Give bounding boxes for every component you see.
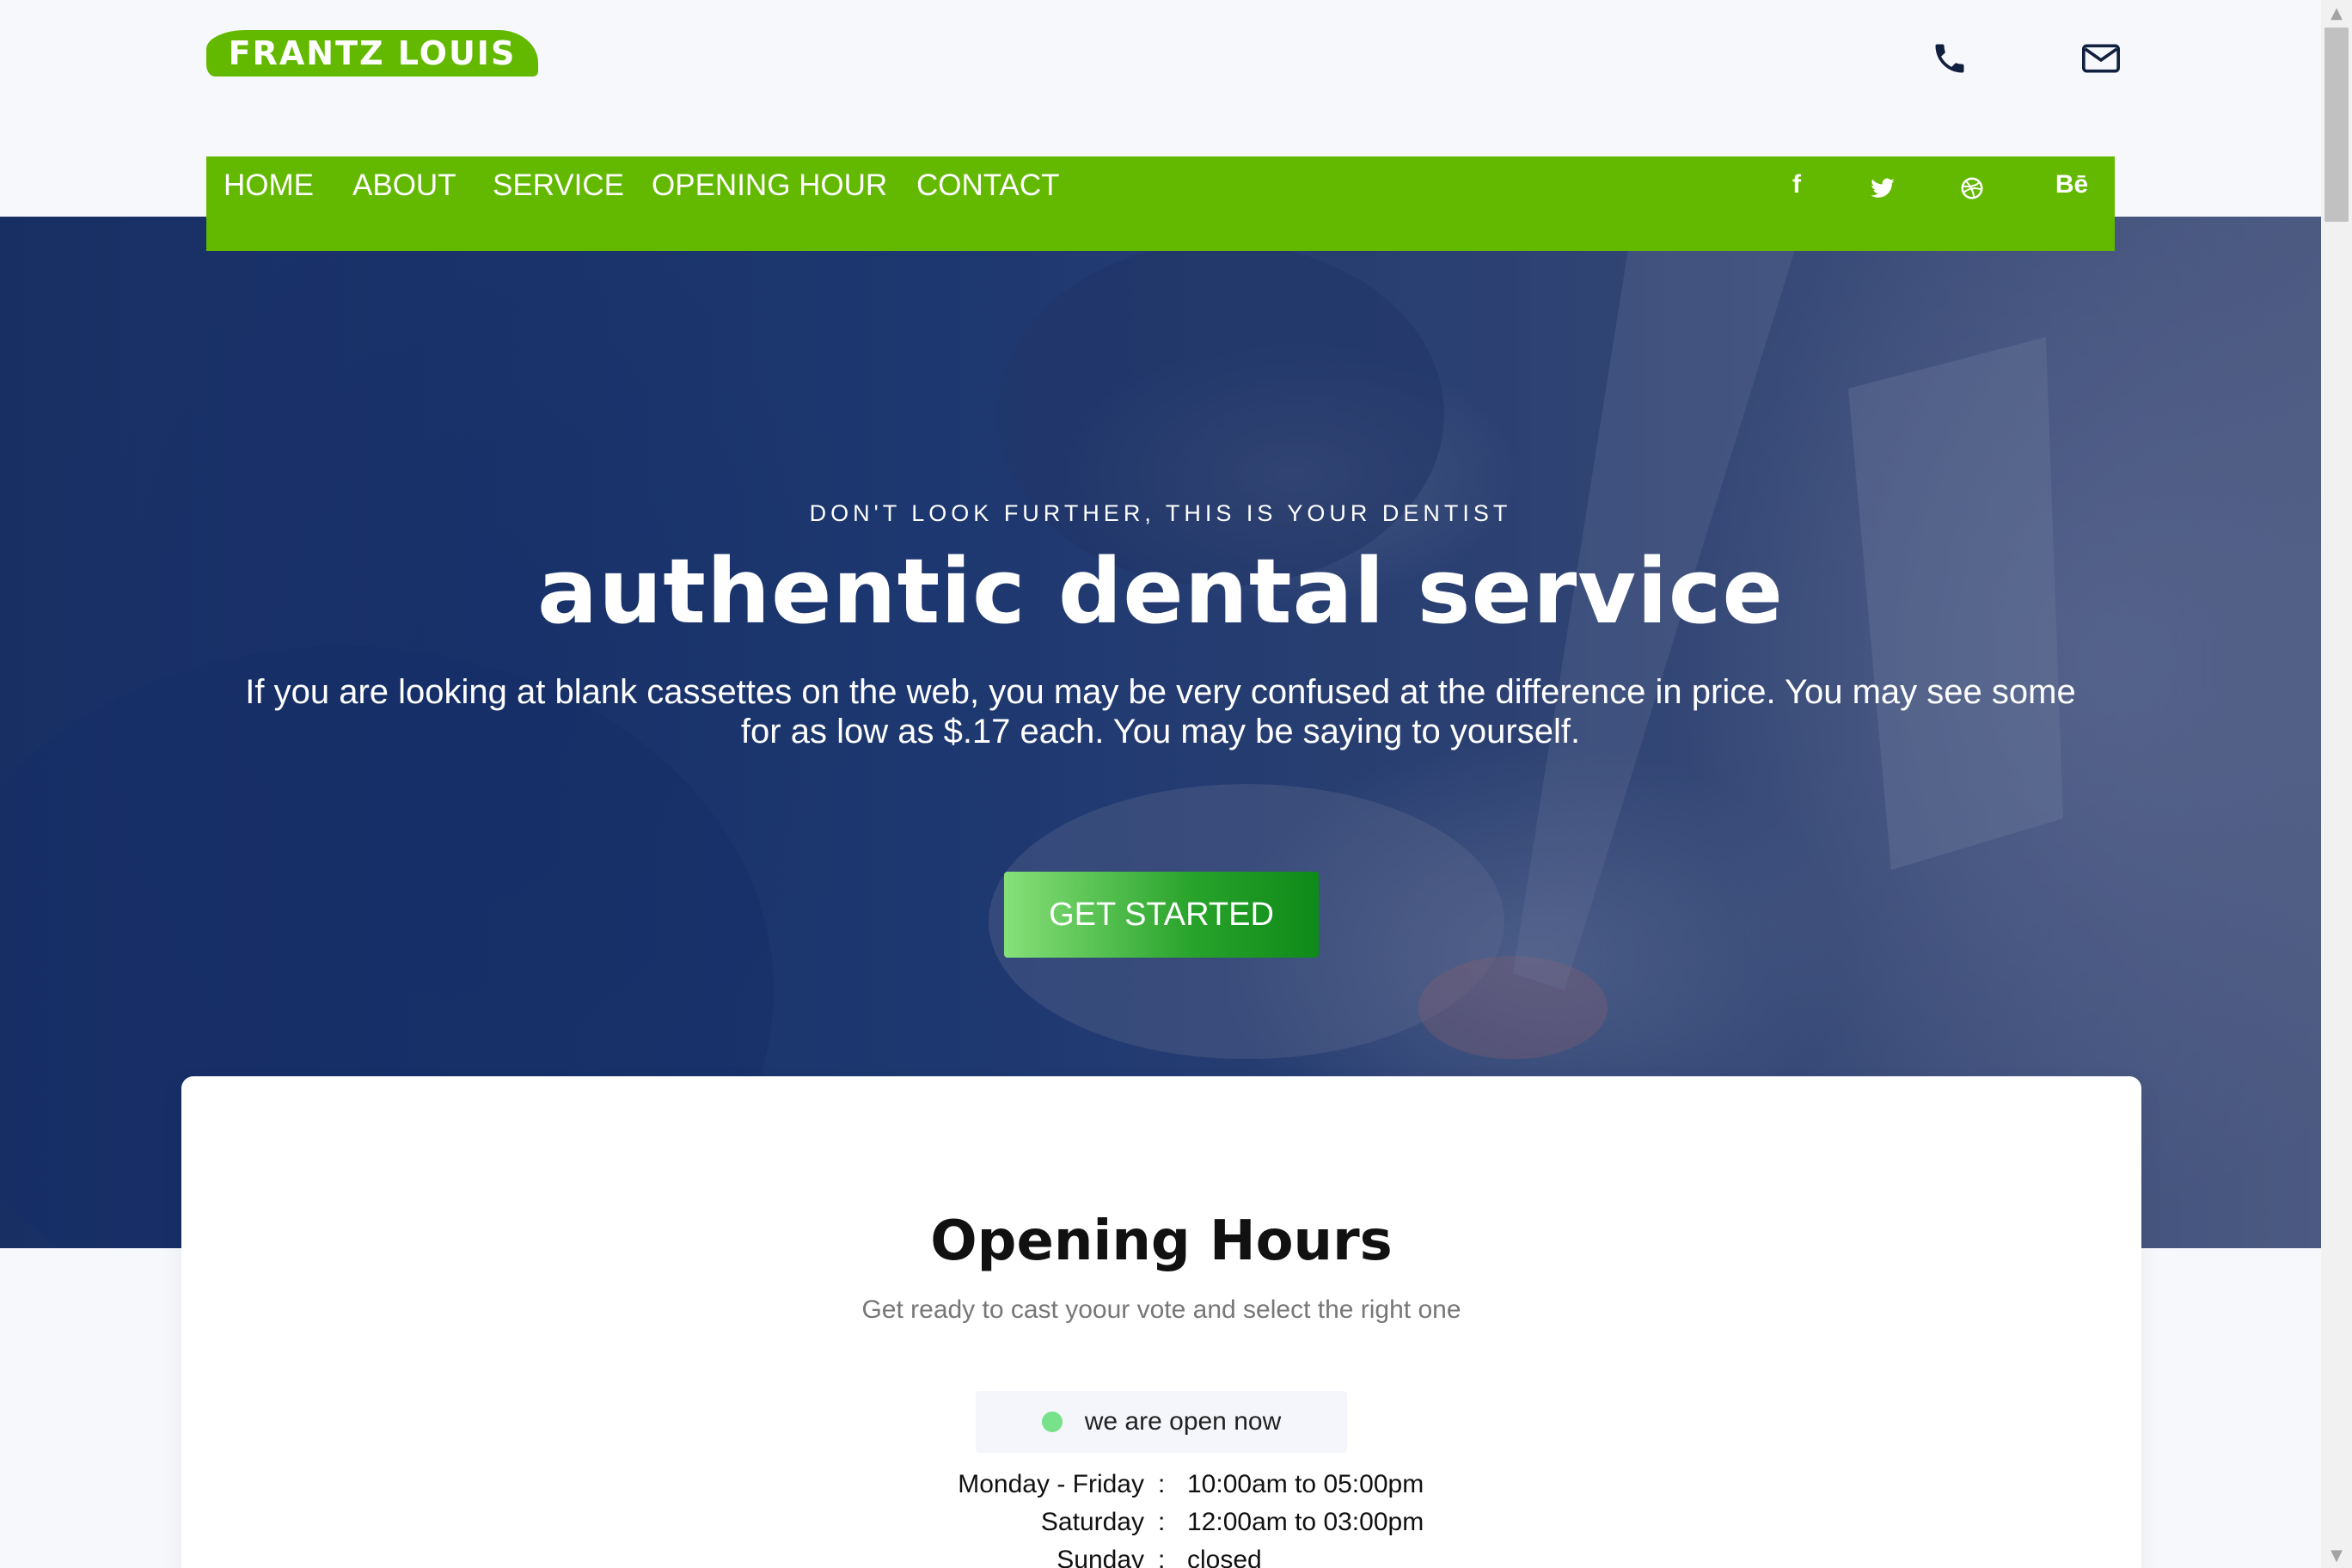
nav-item-home[interactable]: HOME bbox=[224, 168, 314, 203]
get-started-button[interactable]: GET STARTED bbox=[1004, 872, 1319, 958]
scroll-thumb[interactable] bbox=[2324, 28, 2349, 222]
opening-hours-card: Opening Hours Get ready to cast yoour vo… bbox=[181, 1076, 2141, 1568]
hours-time: closed bbox=[1187, 1546, 1262, 1568]
hours-separator: : bbox=[1158, 1546, 1166, 1568]
hours-day: Saturday bbox=[1040, 1508, 1144, 1536]
nav-item-opening-hour[interactable]: OPENING HOUR bbox=[652, 168, 887, 203]
hours-separator: : bbox=[1158, 1470, 1166, 1498]
hours-row: Sunday : closed bbox=[181, 1546, 2141, 1568]
hero-title: authentic dental service bbox=[537, 539, 1784, 644]
hours-time: 10:00am to 05:00pm bbox=[1187, 1470, 1424, 1498]
scroll-up-arrow[interactable]: ▲ bbox=[2321, 0, 2352, 26]
facebook-icon[interactable]: f bbox=[1776, 170, 1817, 199]
logo[interactable]: FRANTZ LOUIS bbox=[206, 30, 538, 77]
opening-hours-subtitle: Get ready to cast yoour vote and select … bbox=[861, 1295, 1461, 1324]
hours-row: Saturday : 12:00am to 03:00pm bbox=[181, 1508, 2141, 1546]
opening-hours-title: Opening Hours bbox=[930, 1210, 1393, 1273]
nav-item-about[interactable]: ABOUT bbox=[352, 168, 456, 203]
hours-day: Sunday bbox=[1057, 1546, 1144, 1568]
hero-subtitle: DON'T LOOK FURTHER, THIS IS YOUR DENTIST bbox=[809, 500, 1512, 526]
hero-lead: If you are looking at blank cassettes on… bbox=[245, 673, 2076, 750]
scroll-down-arrow[interactable]: ▼ bbox=[2321, 1542, 2352, 1568]
main-nav: HOME ABOUT SERVICE OPENING HOUR CONTACT … bbox=[206, 156, 2115, 251]
page: FRANTZ LOUIS DON'T LOOK FURTHER, THIS IS… bbox=[0, 0, 2321, 1568]
behance-icon[interactable]: Bē bbox=[2046, 170, 2098, 199]
hours-day: Monday - Friday bbox=[958, 1470, 1144, 1498]
hours-time: 12:00am to 03:00pm bbox=[1187, 1508, 1424, 1536]
hours-row: Monday - Friday : 10:00am to 05:00pm bbox=[181, 1470, 2141, 1508]
status-dot bbox=[1041, 1412, 1063, 1432]
nav-item-service[interactable]: SERVICE bbox=[493, 168, 624, 203]
hours-separator: : bbox=[1158, 1508, 1166, 1536]
vertical-scrollbar[interactable]: ▲ ▼ bbox=[2321, 0, 2352, 1568]
dribbble-icon[interactable] bbox=[1951, 175, 1993, 201]
status-label: we are open now bbox=[1084, 1407, 1282, 1436]
phone-icon[interactable] bbox=[1931, 40, 1969, 77]
envelope-icon[interactable] bbox=[2080, 40, 2122, 77]
open-status-badge: we are open now bbox=[976, 1391, 1347, 1453]
twitter-icon[interactable] bbox=[1862, 175, 1903, 201]
nav-item-contact[interactable]: CONTACT bbox=[916, 168, 1060, 203]
